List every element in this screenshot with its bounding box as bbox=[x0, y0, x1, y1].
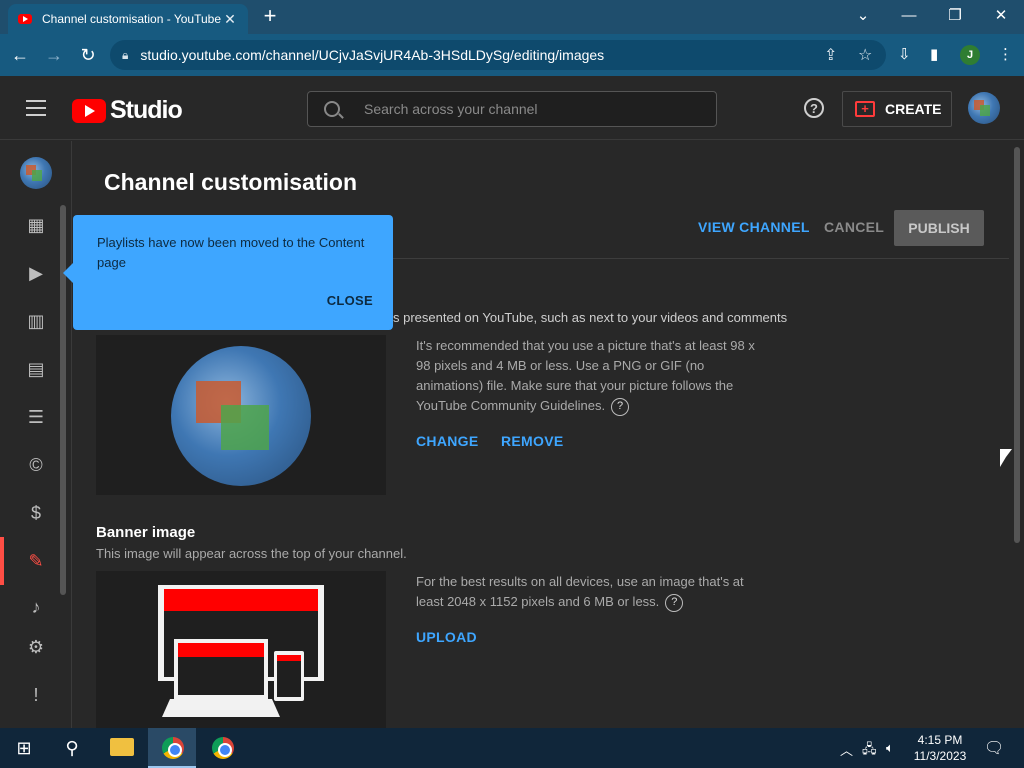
tooltip-message: Playlists have now been moved to the Con… bbox=[97, 235, 365, 270]
browser-title-bar: Channel customisation - YouTube Studio ✕… bbox=[0, 0, 1024, 34]
chrome-icon bbox=[162, 737, 184, 759]
reload-icon[interactable]: ↻ bbox=[76, 43, 100, 67]
help-icon[interactable]: ? bbox=[611, 397, 630, 416]
youtube-play-icon bbox=[72, 98, 106, 123]
subtitles-icon[interactable]: ☰ bbox=[24, 405, 48, 429]
content-icon[interactable]: ▶ bbox=[24, 261, 48, 285]
youtube-favicon-icon bbox=[18, 14, 32, 24]
devices-illustration bbox=[158, 585, 324, 717]
close-tab-icon[interactable]: ✕ bbox=[222, 11, 238, 28]
menu-dots-icon[interactable]: ⋮ bbox=[998, 45, 1013, 63]
studio-logo[interactable]: Studio bbox=[72, 96, 183, 125]
chrome-icon bbox=[212, 737, 234, 759]
close-window-icon[interactable]: ✕ bbox=[978, 4, 1024, 30]
windows-taskbar: ⊞ ⚲ ︿ 🖧︎ 🔈︎ 4:15 PM 11/3/2023 🗨︎ bbox=[0, 728, 1024, 768]
publish-button[interactable]: PUBLISH bbox=[894, 210, 984, 246]
back-icon[interactable]: ← bbox=[8, 43, 32, 67]
share-icon[interactable]: ⇪ bbox=[824, 45, 837, 65]
taskbar-clock[interactable]: 4:15 PM 11/3/2023 bbox=[908, 732, 972, 764]
banner-info-text: For the best results on all devices, use… bbox=[416, 574, 744, 609]
tab-search-chevron-icon[interactable]: ⌄ bbox=[840, 4, 886, 30]
picture-info-text: It's recommended that you use a picture … bbox=[416, 338, 755, 413]
volume-muted-icon[interactable]: 🔈︎ bbox=[886, 740, 894, 756]
bookmark-star-icon[interactable]: ☆ bbox=[858, 45, 872, 65]
picture-info: It's recommended that you use a picture … bbox=[416, 336, 756, 416]
address-bar[interactable]: 🔒︎ studio.youtube.com/channel/UCjvJaSvjU… bbox=[110, 40, 886, 70]
minimize-icon[interactable]: — bbox=[886, 4, 932, 30]
search-box[interactable] bbox=[307, 91, 717, 127]
create-label: CREATE bbox=[885, 101, 942, 117]
create-button[interactable]: + CREATE bbox=[842, 91, 952, 127]
picture-preview bbox=[96, 335, 386, 495]
side-panel-icon[interactable]: ▮ bbox=[930, 45, 938, 63]
account-avatar[interactable] bbox=[968, 92, 1000, 124]
browser-tab[interactable]: Channel customisation - YouTube Studio ✕ bbox=[8, 4, 248, 34]
tray-chevron-icon[interactable]: ︿ bbox=[840, 740, 853, 759]
audio-library-icon[interactable]: ♪ bbox=[24, 595, 48, 619]
dashboard-icon[interactable]: ▦ bbox=[24, 213, 48, 237]
page-title: Channel customisation bbox=[104, 169, 358, 195]
channel-avatar[interactable] bbox=[20, 157, 52, 189]
hamburger-menu-icon[interactable] bbox=[26, 100, 46, 116]
mouse-cursor-icon bbox=[1000, 449, 1012, 467]
tab-title: Channel customisation - YouTube Studio bbox=[42, 12, 222, 26]
chrome-app-profile[interactable] bbox=[198, 728, 246, 768]
settings-gear-icon[interactable]: ⚙ bbox=[24, 635, 48, 659]
studio-header: Studio ? + CREATE bbox=[0, 76, 1024, 140]
new-tab-icon[interactable]: + bbox=[258, 5, 282, 29]
copyright-icon[interactable]: © bbox=[24, 453, 48, 477]
search-icon[interactable]: ⚲ bbox=[52, 732, 92, 764]
main-scrollbar[interactable] bbox=[1014, 147, 1020, 543]
monetization-icon[interactable]: $ bbox=[24, 501, 48, 525]
windows-start-icon[interactable]: ⊞ bbox=[4, 732, 44, 764]
studio-logo-text: Studio bbox=[110, 96, 183, 124]
browser-toolbar: ← → ↻ 🔒︎ studio.youtube.com/channel/UCjv… bbox=[0, 34, 1024, 76]
lock-icon[interactable]: 🔒︎ bbox=[122, 48, 128, 63]
restore-icon[interactable]: ❐ bbox=[932, 4, 978, 30]
banner-preview bbox=[96, 571, 386, 728]
tooltip-close-button[interactable]: CLOSE bbox=[327, 293, 373, 308]
change-picture-button[interactable]: CHANGE bbox=[416, 433, 478, 449]
file-explorer-app[interactable] bbox=[98, 728, 146, 768]
analytics-icon[interactable]: ▥ bbox=[24, 309, 48, 333]
network-icon[interactable]: 🖧︎ bbox=[862, 740, 877, 762]
clock-date: 11/3/2023 bbox=[913, 749, 967, 763]
notifications-icon[interactable]: 🗨︎ bbox=[984, 738, 1004, 758]
url-text: studio.youtube.com/channel/UCjvJaSvjUR4A… bbox=[140, 47, 605, 63]
customisation-wand-icon[interactable]: ✎ bbox=[24, 549, 48, 573]
cancel-button[interactable]: CANCEL bbox=[824, 219, 884, 235]
forward-icon[interactable]: → bbox=[42, 43, 66, 67]
playlists-moved-tooltip: Playlists have now been moved to the Con… bbox=[63, 215, 393, 330]
search-icon bbox=[324, 101, 340, 117]
help-icon[interactable]: ? bbox=[804, 98, 824, 118]
banner-section-title: Banner image bbox=[96, 524, 196, 541]
feedback-icon[interactable]: ! bbox=[24, 683, 48, 707]
picture-description: s presented on YouTube, such as next to … bbox=[393, 310, 788, 325]
browser-profile-avatar[interactable]: J bbox=[960, 45, 980, 65]
active-nav-indicator bbox=[0, 537, 4, 585]
download-icon[interactable]: ⇩ bbox=[898, 45, 911, 63]
banner-description: This image will appear across the top of… bbox=[96, 546, 407, 561]
banner-info: For the best results on all devices, use… bbox=[416, 572, 756, 612]
channel-picture-image bbox=[171, 346, 311, 486]
help-icon[interactable]: ? bbox=[665, 593, 684, 612]
remove-picture-button[interactable]: REMOVE bbox=[501, 433, 563, 449]
comments-icon[interactable]: ▤ bbox=[24, 357, 48, 381]
chrome-app-active[interactable] bbox=[148, 728, 196, 768]
folder-icon bbox=[110, 738, 134, 756]
clock-time: 4:15 PM bbox=[917, 733, 963, 747]
search-input[interactable] bbox=[364, 101, 684, 117]
left-navigation: ▦ ▶ ▥ ▤ ☰ © $ ✎ ♪ ⚙ ! bbox=[0, 141, 72, 728]
view-channel-button[interactable]: VIEW CHANNEL bbox=[698, 219, 810, 235]
upload-banner-button[interactable]: UPLOAD bbox=[416, 629, 477, 645]
create-video-icon: + bbox=[855, 101, 875, 117]
